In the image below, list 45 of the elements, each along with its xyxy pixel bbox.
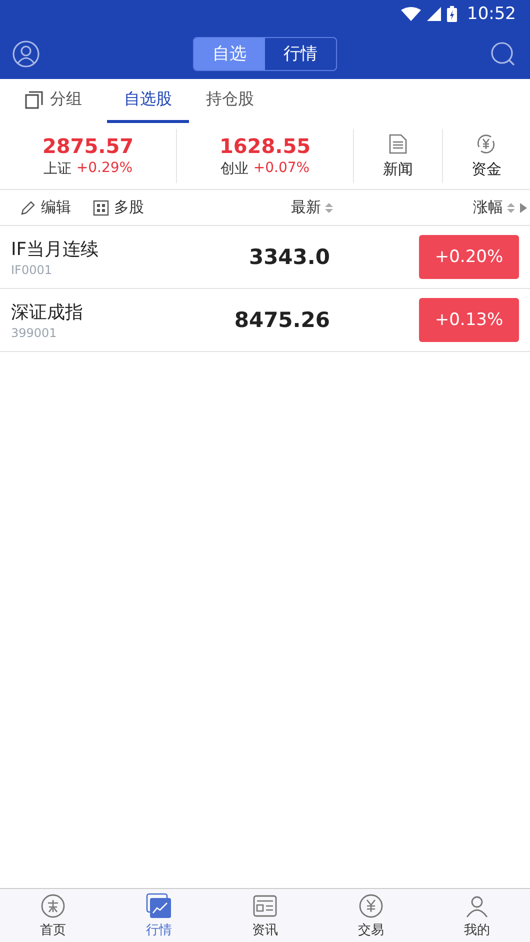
nav-tab[interactable]: 首页 xyxy=(0,889,106,942)
sort-icon xyxy=(506,202,528,214)
nav-tab[interactable]: 行情 xyxy=(106,889,212,942)
list-tab[interactable]: 持仓股 xyxy=(189,79,271,123)
stock-code: 399001 xyxy=(11,326,58,340)
battery-icon xyxy=(447,6,457,22)
chart-icon xyxy=(146,892,172,918)
index-value: 2875.57 xyxy=(42,134,134,158)
copy-icon xyxy=(24,90,44,110)
stock-price: 8475.26 xyxy=(233,308,330,332)
clock-time: 10:52 xyxy=(467,4,516,24)
change-badge: +0.20% xyxy=(419,235,519,279)
shortcut-button[interactable]: 新闻 xyxy=(354,129,442,183)
grid-icon xyxy=(93,200,109,216)
sort-change-button[interactable]: 涨幅 xyxy=(473,198,528,217)
sort-icon xyxy=(324,202,334,214)
stock-code: IF0001 xyxy=(11,263,53,277)
document-icon xyxy=(388,134,407,154)
stock-name: IF当月连续 xyxy=(11,238,100,261)
shortcut-button[interactable]: 资金 xyxy=(442,129,530,183)
multi-stock-button[interactable]: 多股 xyxy=(93,198,144,217)
user-icon[interactable] xyxy=(12,40,40,68)
list-tab[interactable]: 自选股 xyxy=(107,79,189,123)
nav-tab[interactable]: 我的 xyxy=(424,889,530,942)
yuan-cycle-icon xyxy=(476,134,496,154)
signal-icon xyxy=(427,7,441,21)
newspaper-icon xyxy=(252,892,278,918)
index-change: +0.07% xyxy=(253,160,310,178)
search-icon[interactable] xyxy=(490,40,516,66)
edit-button[interactable]: 编辑 xyxy=(20,198,71,217)
stock-price: 3343.0 xyxy=(248,245,330,269)
index-name: 创业 xyxy=(220,160,248,178)
stock-name: 深证成指 xyxy=(11,301,84,324)
sort-latest-button[interactable]: 最新 xyxy=(291,198,334,217)
index-value: 1628.55 xyxy=(219,134,311,158)
yuan-icon xyxy=(358,892,384,918)
group-tab[interactable]: 分组 xyxy=(24,79,107,123)
segment-tab[interactable]: 行情 xyxy=(265,38,336,70)
index-change: +0.29% xyxy=(76,160,133,178)
nav-tab[interactable]: 资讯 xyxy=(212,889,318,942)
pencil-icon xyxy=(20,200,36,216)
wifi-icon xyxy=(401,7,421,21)
change-badge: +0.13% xyxy=(419,298,519,342)
index-name: 上证 xyxy=(43,160,72,178)
nav-tab[interactable]: 交易 xyxy=(318,889,424,942)
